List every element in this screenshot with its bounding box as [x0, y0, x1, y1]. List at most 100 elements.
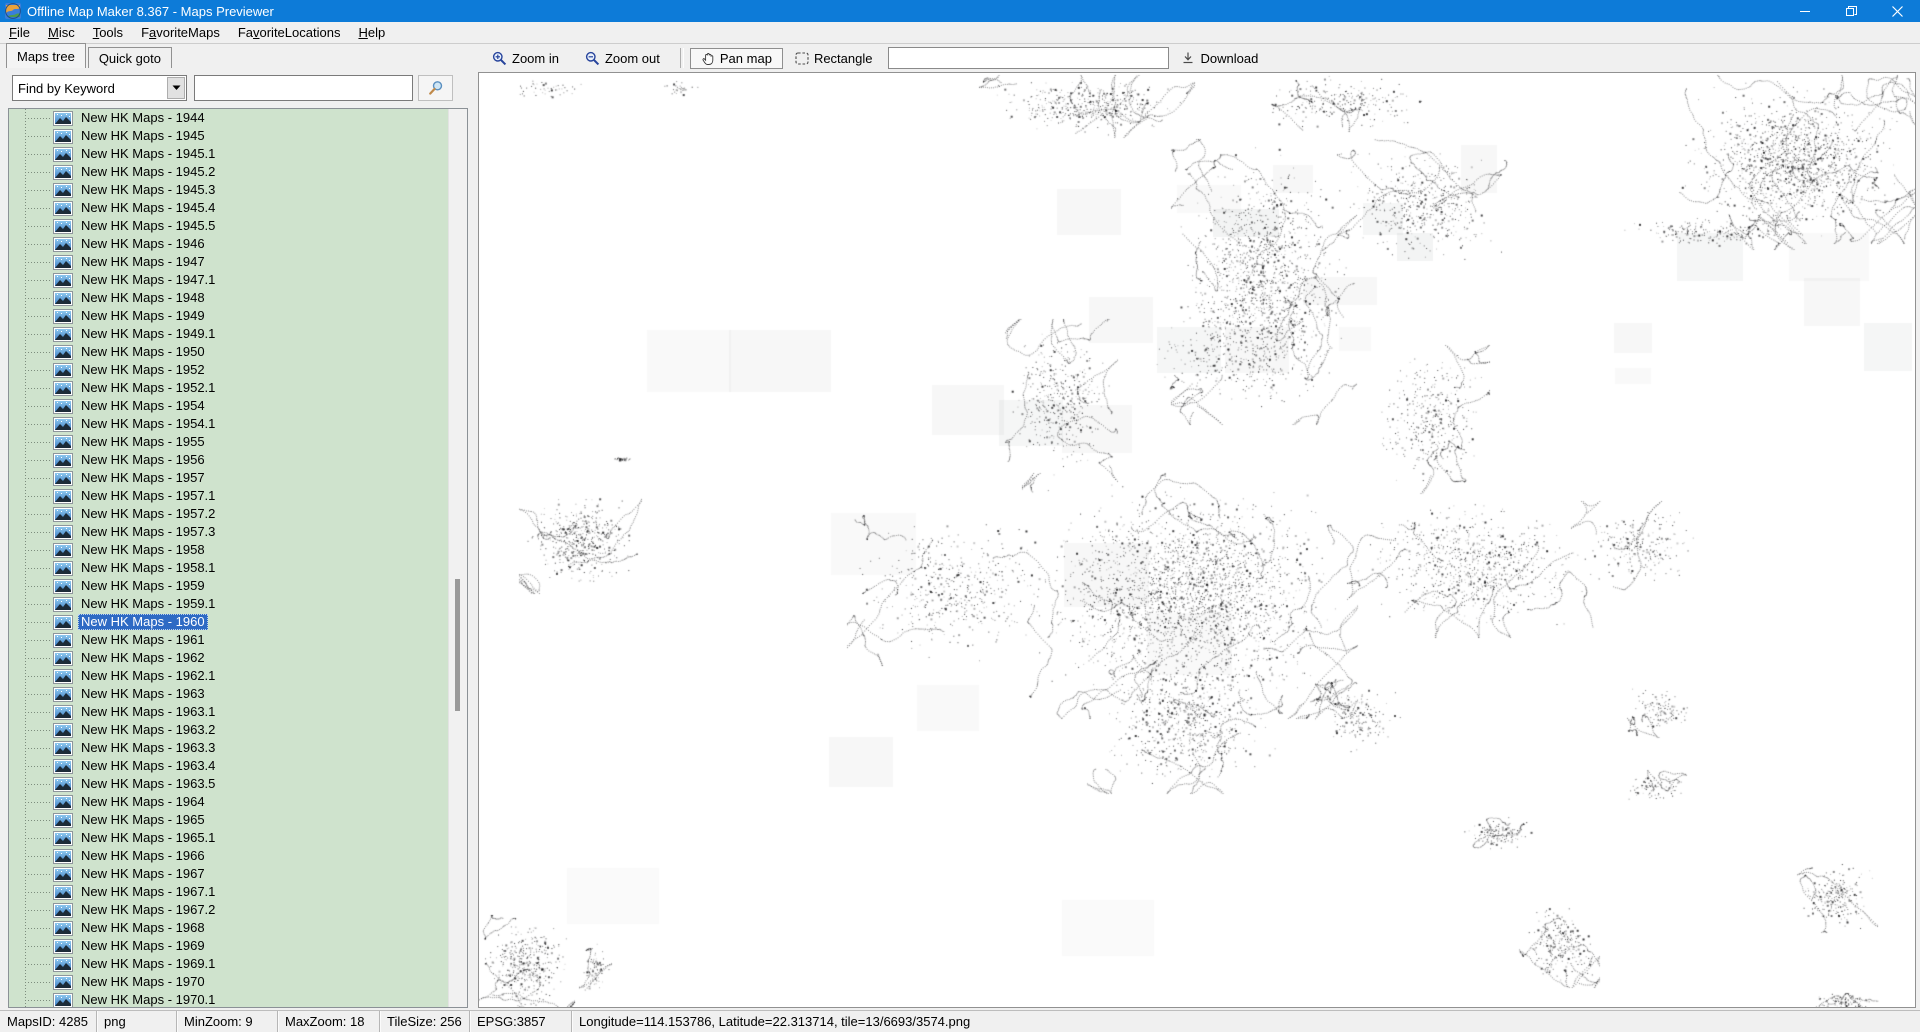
tree-item-label: New HK Maps - 1965 — [81, 812, 205, 827]
maps-tree-list: New HK Maps - 1944 New HK Maps - 1945 New … — [9, 109, 449, 1007]
maps-tree: New HK Maps - 1944 New HK Maps - 1945 New … — [8, 108, 468, 1008]
map-image-icon — [53, 956, 73, 972]
tree-item[interactable]: New HK Maps - 1957.3 — [9, 523, 449, 541]
tree-item-label: New HK Maps - 1963 — [81, 686, 205, 701]
tree-item[interactable]: New HK Maps - 1957.1 — [9, 487, 449, 505]
tree-item-label: New HK Maps - 1959 — [81, 578, 205, 593]
search-row: Find by Keyword — [0, 75, 474, 101]
tree-item[interactable]: New HK Maps - 1947.1 — [9, 271, 449, 289]
map-image-icon — [53, 776, 73, 792]
tab-quick-goto[interactable]: Quick goto — [87, 47, 172, 68]
close-button[interactable] — [1874, 0, 1920, 22]
tree-item[interactable]: New HK Maps - 1963.2 — [9, 721, 449, 739]
search-input[interactable] — [194, 75, 413, 101]
tree-item[interactable]: New HK Maps - 1970 — [9, 973, 449, 991]
zoom-in-button[interactable]: Zoom in — [486, 48, 565, 69]
tree-item[interactable]: New HK Maps - 1954.1 — [9, 415, 449, 433]
tree-item[interactable]: New HK Maps - 1968 — [9, 919, 449, 937]
map-viewport[interactable] — [478, 72, 1916, 1008]
tree-item[interactable]: New HK Maps - 1965 — [9, 811, 449, 829]
map-image-icon — [53, 992, 73, 1007]
map-image-icon — [53, 272, 73, 288]
menu-misc[interactable]: Misc — [39, 23, 84, 42]
toolbar-coordinate-input[interactable] — [888, 47, 1170, 69]
tree-item[interactable]: New HK Maps - 1963.1 — [9, 703, 449, 721]
rectangle-button[interactable]: Rectangle — [789, 48, 879, 69]
tree-item[interactable]: New HK Maps - 1957.2 — [9, 505, 449, 523]
menu-favoritemaps[interactable]: FavoriteMaps — [132, 23, 229, 42]
tree-item-label: New HK Maps - 1947 — [81, 254, 205, 269]
menu-help[interactable]: Help — [349, 23, 394, 42]
tree-item-label: New HK Maps - 1945.3 — [81, 182, 216, 197]
tree-item[interactable]: New HK Maps - 1963.4 — [9, 757, 449, 775]
tree-item[interactable]: New HK Maps - 1950 — [9, 343, 449, 361]
tree-item[interactable]: New HK Maps - 1963.3 — [9, 739, 449, 757]
tree-item[interactable]: New HK Maps - 1961 — [9, 631, 449, 649]
tree-item-label: New HK Maps - 1954.1 — [81, 416, 216, 431]
tree-item[interactable]: New HK Maps - 1960 — [9, 613, 449, 631]
menu-favoritelocations[interactable]: FavoriteLocations — [229, 23, 350, 42]
map-image-icon — [53, 902, 73, 918]
tree-item[interactable]: New HK Maps - 1963 — [9, 685, 449, 703]
tree-item[interactable]: New HK Maps - 1947 — [9, 253, 449, 271]
tree-item[interactable]: New HK Maps - 1955 — [9, 433, 449, 451]
tree-item-label: New HK Maps - 1963.3 — [81, 740, 216, 755]
download-button[interactable]: Download — [1175, 48, 1264, 69]
tree-item[interactable]: New HK Maps - 1962 — [9, 649, 449, 667]
tree-item[interactable]: New HK Maps - 1967 — [9, 865, 449, 883]
tree-item[interactable]: New HK Maps - 1945.3 — [9, 181, 449, 199]
tree-item[interactable]: New HK Maps - 1965.1 — [9, 829, 449, 847]
minimize-button[interactable] — [1782, 0, 1828, 22]
tree-item[interactable]: New HK Maps - 1969.1 — [9, 955, 449, 973]
tree-item-label: New HK Maps - 1959.1 — [81, 596, 216, 611]
tree-item[interactable]: New HK Maps - 1967.1 — [9, 883, 449, 901]
tree-item[interactable]: New HK Maps - 1969 — [9, 937, 449, 955]
tree-item[interactable]: New HK Maps - 1952 — [9, 361, 449, 379]
tree-scrollbar[interactable] — [448, 109, 467, 1007]
tree-item[interactable]: New HK Maps - 1966 — [9, 847, 449, 865]
tree-item[interactable]: New HK Maps - 1945.2 — [9, 163, 449, 181]
find-mode-select[interactable]: Find by Keyword — [12, 75, 187, 101]
tree-item-label: New HK Maps - 1957.1 — [81, 488, 216, 503]
tree-item[interactable]: New HK Maps - 1963.5 — [9, 775, 449, 793]
tree-item[interactable]: New HK Maps - 1945 — [9, 127, 449, 145]
tree-item[interactable]: New HK Maps - 1945.4 — [9, 199, 449, 217]
tree-item[interactable]: New HK Maps - 1948 — [9, 289, 449, 307]
zoom-out-button[interactable]: Zoom out — [579, 48, 666, 69]
map-image-icon — [53, 416, 73, 432]
tree-item[interactable]: New HK Maps - 1952.1 — [9, 379, 449, 397]
tree-scrollbar-thumb[interactable] — [455, 579, 460, 711]
tree-item[interactable]: New HK Maps - 1945.1 — [9, 145, 449, 163]
pan-map-button[interactable]: Pan map — [689, 47, 783, 69]
tree-item[interactable]: New HK Maps - 1949.1 — [9, 325, 449, 343]
tab-strip: Maps tree Quick goto — [6, 43, 172, 68]
combo-dropdown-button[interactable] — [167, 77, 185, 99]
tree-item[interactable]: New HK Maps - 1958.1 — [9, 559, 449, 577]
tree-item-label: New HK Maps - 1970.1 — [81, 992, 216, 1007]
tree-item[interactable]: New HK Maps - 1945.5 — [9, 217, 449, 235]
tree-item[interactable]: New HK Maps - 1957 — [9, 469, 449, 487]
tree-item[interactable]: New HK Maps - 1944 — [9, 109, 449, 127]
tree-item-label: New HK Maps - 1958 — [81, 542, 205, 557]
tree-item[interactable]: New HK Maps - 1954 — [9, 397, 449, 415]
tab-maps-tree[interactable]: Maps tree — [6, 43, 86, 68]
restore-button[interactable] — [1828, 0, 1874, 22]
tree-item-label: New HK Maps - 1962 — [81, 650, 205, 665]
tree-item[interactable]: New HK Maps - 1956 — [9, 451, 449, 469]
map-preview-canvas[interactable] — [479, 73, 1915, 1007]
tree-item[interactable]: New HK Maps - 1959 — [9, 577, 449, 595]
map-image-icon — [53, 524, 73, 540]
tree-item[interactable]: New HK Maps - 1946 — [9, 235, 449, 253]
tree-item[interactable]: New HK Maps - 1970.1 — [9, 991, 449, 1007]
search-button[interactable] — [418, 75, 453, 101]
tree-item[interactable]: New HK Maps - 1964 — [9, 793, 449, 811]
tree-item[interactable]: New HK Maps - 1958 — [9, 541, 449, 559]
map-image-icon — [53, 794, 73, 810]
menu-file[interactable]: File — [0, 23, 39, 42]
menu-tools[interactable]: Tools — [84, 23, 132, 42]
tree-item-label: New HK Maps - 1957.3 — [81, 524, 216, 539]
tree-item[interactable]: New HK Maps - 1959.1 — [9, 595, 449, 613]
tree-item[interactable]: New HK Maps - 1949 — [9, 307, 449, 325]
tree-item[interactable]: New HK Maps - 1962.1 — [9, 667, 449, 685]
tree-item[interactable]: New HK Maps - 1967.2 — [9, 901, 449, 919]
